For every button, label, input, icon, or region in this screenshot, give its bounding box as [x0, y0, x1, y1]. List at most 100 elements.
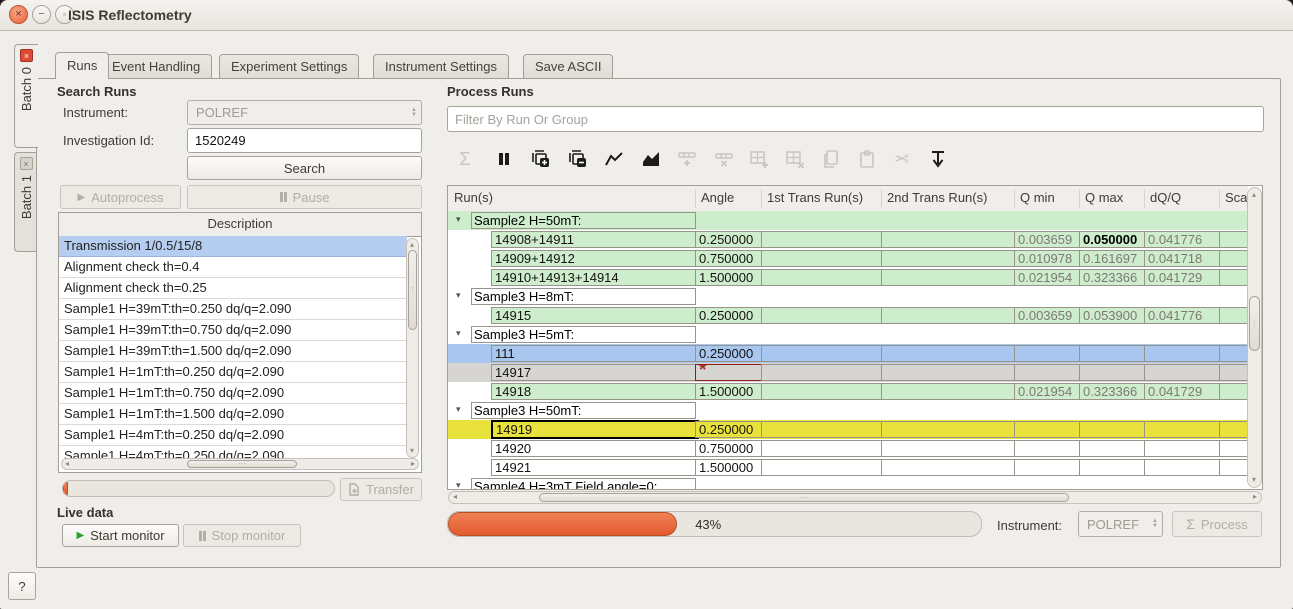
tab-runs[interactable]: Runs: [55, 52, 109, 79]
copy-button[interactable]: [816, 145, 846, 173]
cell-runs[interactable]: 14908+14911: [491, 231, 697, 248]
group-name-cell[interactable]: Sample3 H=5mT:: [471, 326, 696, 343]
cell-runs[interactable]: 14919: [491, 420, 699, 439]
cell-trans2[interactable]: [881, 364, 1015, 381]
tab-event-handling[interactable]: Event Handling: [100, 54, 212, 78]
cell-dqq[interactable]: [1144, 364, 1220, 381]
cell-qmax[interactable]: [1079, 440, 1145, 457]
cell-qmax[interactable]: 0.050000: [1079, 231, 1145, 248]
list-item[interactable]: Sample1 H=39mT:th=0.250 dq/q=2.090: [59, 299, 407, 320]
cell-trans2[interactable]: [881, 459, 1015, 476]
cell-trans1[interactable]: [761, 459, 882, 476]
expander-icon[interactable]: ▾: [456, 328, 461, 339]
cut-button[interactable]: ✂: [887, 145, 917, 173]
cell-trans1[interactable]: [761, 345, 882, 362]
cell-trans1[interactable]: [761, 364, 882, 381]
cell-angle[interactable]: 0.250000: [695, 345, 762, 362]
expander-icon[interactable]: ▾: [456, 404, 461, 415]
pause-search-button[interactable]: Pause: [187, 185, 422, 209]
cell-angle[interactable]: 1.500000: [695, 383, 762, 400]
column-header-run-s-[interactable]: Run(s): [454, 186, 493, 210]
cell-qmin[interactable]: [1014, 364, 1080, 381]
insert-row-button[interactable]: [672, 145, 702, 173]
process-button[interactable]: Σ Process: [1172, 511, 1262, 537]
run-row[interactable]: 149200.750000: [448, 439, 1248, 458]
cell-qmin[interactable]: [1014, 421, 1080, 438]
cell-qmin[interactable]: [1014, 440, 1080, 457]
cell-qmax[interactable]: [1079, 364, 1145, 381]
cell-qmax[interactable]: 0.323366: [1079, 383, 1145, 400]
process-instrument-select[interactable]: POLREF ▲▼: [1078, 511, 1163, 537]
cell-trans2[interactable]: [881, 269, 1015, 286]
cell-dqq[interactable]: [1144, 421, 1220, 438]
close-icon[interactable]: ×: [20, 49, 33, 62]
plot-runs-button[interactable]: [599, 145, 629, 173]
run-row[interactable]: 14910+14913+149141.5000000.0219540.32336…: [448, 268, 1248, 287]
cell-trans1[interactable]: [761, 440, 882, 457]
cell-runs[interactable]: 14910+14913+14914: [491, 269, 697, 286]
cell-trans2[interactable]: [881, 383, 1015, 400]
cell-runs[interactable]: 14918: [491, 383, 697, 400]
cell-trans1[interactable]: [761, 269, 882, 286]
search-results-hscrollbar[interactable]: ◂ ⋯ ▸: [61, 458, 419, 470]
process-table-hscrollbar[interactable]: ◂ ⋯ ▸: [448, 491, 1262, 504]
group-row[interactable]: ▾Sample2 H=50mT:: [448, 211, 1248, 230]
pause-button[interactable]: [489, 145, 519, 173]
cell-runs[interactable]: 14915: [491, 307, 697, 324]
delete-row-button[interactable]: [709, 145, 739, 173]
cell-trans1[interactable]: [761, 250, 882, 267]
cell-trans2[interactable]: [881, 307, 1015, 324]
process-sum-button[interactable]: Σ: [450, 145, 480, 173]
column-header-dq-q[interactable]: dQ/Q: [1150, 186, 1181, 210]
tab-experiment-settings[interactable]: Experiment Settings: [219, 54, 359, 78]
group-row[interactable]: ▾ Sample3 H=50mT:: [448, 401, 1248, 420]
process-table-vscrollbar[interactable]: ▴ ⋮ ▾: [1247, 187, 1262, 488]
cell-runs[interactable]: 14921: [491, 459, 697, 476]
cell-trans1[interactable]: [761, 383, 882, 400]
cell-qmax[interactable]: [1079, 345, 1145, 362]
column-header-q-min[interactable]: Q min: [1020, 186, 1055, 210]
group-name-cell[interactable]: Sample3 H=8mT:: [471, 288, 696, 305]
run-row[interactable]: 14908+149110.2500000.0036590.0500000.041…: [448, 230, 1248, 249]
cell-qmin[interactable]: 0.003659: [1014, 231, 1080, 248]
investigation-id-field[interactable]: [187, 128, 422, 153]
transfer-button[interactable]: Transfer: [340, 478, 422, 501]
description-column-header[interactable]: Description: [59, 213, 421, 237]
run-row[interactable]: 14917*: [448, 363, 1248, 382]
cell-qmax[interactable]: [1079, 459, 1145, 476]
fill-down-button[interactable]: [923, 145, 953, 173]
cell-qmin[interactable]: 0.003659: [1014, 307, 1080, 324]
list-item[interactable]: Transmission 1/0.5/15/8: [59, 236, 407, 257]
cell-trans1[interactable]: [761, 421, 882, 438]
cell-qmax[interactable]: [1079, 421, 1145, 438]
cell-dqq[interactable]: 0.041729: [1144, 383, 1220, 400]
cell-angle[interactable]: 0.250000: [695, 421, 762, 438]
cell-dqq[interactable]: 0.041776: [1144, 307, 1220, 324]
expand-all-groups-button[interactable]: [526, 145, 556, 173]
group-name-cell[interactable]: Sample3 H=50mT:: [471, 402, 696, 419]
filter-input[interactable]: [447, 106, 1264, 132]
list-item[interactable]: Alignment check th=0.25: [59, 278, 407, 299]
run-row[interactable]: 149150.250000 0.0036590.0539000.041776: [448, 306, 1248, 325]
collapse-all-groups-button[interactable]: [563, 145, 593, 173]
column-header-q-max[interactable]: Q max: [1085, 186, 1123, 210]
expander-icon[interactable]: ▾: [456, 290, 461, 301]
cell-angle[interactable]: 0.250000: [695, 307, 762, 324]
cell-angle[interactable]: 1.500000: [695, 459, 762, 476]
group-name-cell[interactable]: Sample4 H=3mT Field angle=0:: [471, 478, 696, 490]
list-item[interactable]: Sample1 H=1mT:th=0.750 dq/q=2.090: [59, 383, 407, 404]
cell-dqq[interactable]: [1144, 459, 1220, 476]
cell-angle[interactable]: *: [695, 364, 762, 381]
autoprocess-button[interactable]: ▶ Autoprocess: [60, 185, 181, 209]
cell-qmax[interactable]: 0.053900: [1079, 307, 1145, 324]
cell-runs[interactable]: 14917: [491, 364, 697, 381]
cell-qmin[interactable]: [1014, 345, 1080, 362]
cell-dqq[interactable]: [1144, 345, 1220, 362]
list-item[interactable]: Sample1 H=4mT:th=0.250 dq/q=2.090: [59, 425, 407, 446]
close-icon[interactable]: ×: [20, 157, 33, 170]
insert-group-button[interactable]: [744, 145, 774, 173]
cell-runs[interactable]: 14920: [491, 440, 697, 457]
cell-trans1[interactable]: [761, 231, 882, 248]
expander-icon[interactable]: ▾: [456, 214, 461, 225]
run-row[interactable]: 149181.5000000.0219540.3233660.041729: [448, 382, 1248, 401]
